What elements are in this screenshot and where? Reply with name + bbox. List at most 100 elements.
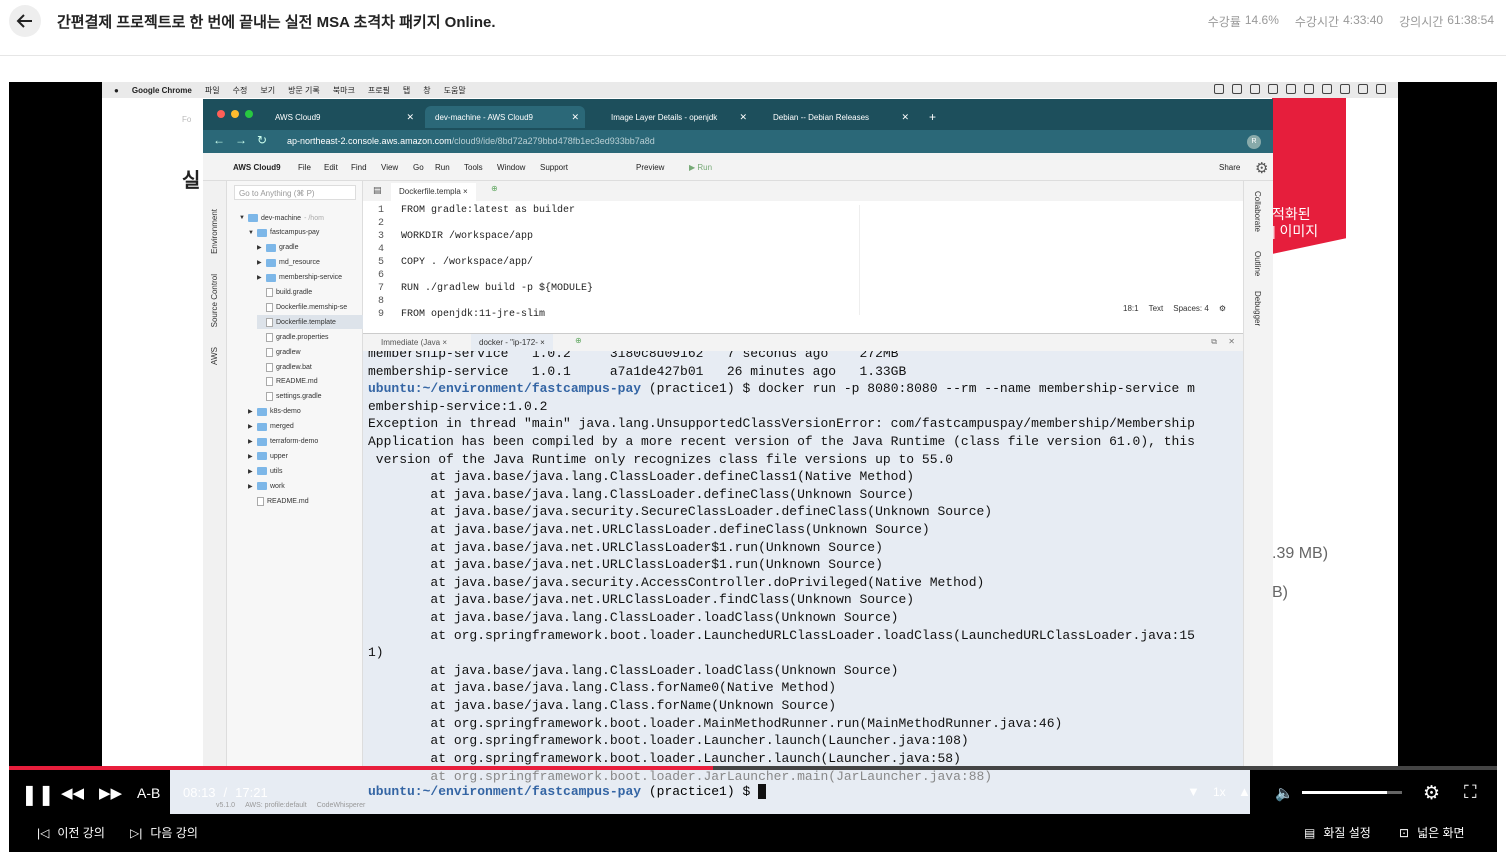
volume-icon[interactable]: 🔈 bbox=[1275, 784, 1294, 802]
chevron-right-icon[interactable]: ▶ bbox=[257, 244, 263, 251]
close-icon[interactable]: ✕ bbox=[571, 112, 579, 123]
menu-view[interactable]: View bbox=[381, 163, 398, 172]
code-editor[interactable]: ▤ Dockerfile.templa × ⊕ 1 FROM gradle:lat… bbox=[363, 181, 1243, 333]
tab-source-control[interactable]: Source Control bbox=[210, 274, 219, 327]
pause-button[interactable]: ❚❚ bbox=[21, 782, 55, 807]
quality-button[interactable]: ▤ 화질 설정 bbox=[1304, 824, 1371, 841]
tree-file[interactable]: README.md bbox=[257, 375, 318, 389]
cursor-position[interactable]: 18:1 bbox=[1123, 304, 1139, 313]
tree-folder[interactable]: ▼ dev-machine - /hom bbox=[239, 211, 324, 225]
add-terminal-icon[interactable]: ⊕ bbox=[575, 336, 582, 345]
url-field[interactable]: ap-northeast-2.console.aws.amazon.com/cl… bbox=[287, 136, 655, 146]
avatar[interactable]: R bbox=[1247, 135, 1261, 149]
mac-menu-item[interactable]: 도움말 bbox=[444, 85, 466, 96]
maximize-icon[interactable]: ⧉ bbox=[1211, 337, 1217, 347]
mac-menu-item[interactable]: 파일 bbox=[205, 85, 220, 96]
speed-label[interactable]: 1x bbox=[1213, 785, 1226, 799]
close-icon[interactable]: ✕ bbox=[901, 112, 909, 123]
wide-screen-button[interactable]: ⊡ 넓은 화면 bbox=[1399, 824, 1465, 841]
speed-down-icon[interactable]: ▼ bbox=[1187, 784, 1200, 799]
video-player[interactable]: Fo 실 적화된 | 이미지 .39 MB) B) 1 9 ● Google Ch… bbox=[9, 82, 1497, 772]
tree-folder[interactable]: ▶ work bbox=[248, 479, 285, 493]
close-icon[interactable]: × bbox=[442, 338, 447, 347]
menu-edit[interactable]: Edit bbox=[324, 163, 338, 172]
forward-icon[interactable]: → bbox=[235, 133, 247, 147]
tree-file[interactable]: Dockerfile.template bbox=[257, 315, 367, 330]
tree-folder[interactable]: ▶ utils bbox=[248, 464, 282, 478]
volume-slider[interactable] bbox=[1302, 791, 1402, 794]
tree-folder[interactable]: ▶ k8s-demo bbox=[248, 405, 301, 419]
back-button[interactable] bbox=[9, 5, 41, 37]
mac-menu-item[interactable]: 방문 기록 bbox=[288, 85, 320, 96]
tab-collaborate[interactable]: Collaborate bbox=[1253, 191, 1262, 232]
fullscreen-icon[interactable]: ⛶ bbox=[1464, 782, 1477, 803]
menu-cloud9[interactable]: AWS Cloud9 bbox=[233, 163, 281, 172]
close-icon[interactable]: ✕ bbox=[406, 112, 414, 123]
mac-menu-item[interactable]: 수정 bbox=[233, 85, 248, 96]
browser-tab-active[interactable]: dev-machine - AWS Cloud9 ✕ bbox=[425, 106, 585, 128]
tree-file[interactable]: Dockerfile.memship-se bbox=[257, 300, 347, 314]
chevron-right-icon[interactable]: ▶ bbox=[248, 408, 254, 415]
editor-tab-active[interactable]: Dockerfile.templa × bbox=[391, 183, 476, 201]
chevron-down-icon[interactable]: ▼ bbox=[239, 215, 245, 221]
terminal-tab-active[interactable]: docker - "ip-172- × bbox=[471, 334, 553, 352]
tree-file[interactable]: gradlew.bat bbox=[257, 360, 312, 374]
settings-gear-icon[interactable]: ⚙ bbox=[1423, 782, 1440, 805]
chevron-right-icon[interactable]: ▶ bbox=[248, 483, 254, 490]
tree-file[interactable]: build.gradle bbox=[257, 286, 312, 300]
tree-folder[interactable]: ▶ upper bbox=[248, 449, 288, 463]
menu-run[interactable]: Run bbox=[435, 163, 450, 172]
menu-support[interactable]: Support bbox=[540, 163, 568, 172]
gear-icon[interactable]: ⚙ bbox=[1219, 304, 1226, 313]
chevron-right-icon[interactable]: ▶ bbox=[248, 438, 254, 445]
ab-repeat-button[interactable]: A-B bbox=[137, 785, 160, 801]
close-icon[interactable]: × bbox=[540, 338, 545, 347]
chevron-right-icon[interactable]: ▶ bbox=[248, 453, 254, 460]
mac-menu-item[interactable]: 북마크 bbox=[333, 85, 355, 96]
run-button[interactable]: ▶ Run bbox=[689, 163, 712, 172]
tab-outline[interactable]: Outline bbox=[1253, 251, 1262, 276]
chevron-right-icon[interactable]: ▶ bbox=[248, 468, 254, 475]
mac-menu-item[interactable]: Google Chrome bbox=[132, 86, 192, 95]
menu-find[interactable]: Find bbox=[351, 163, 367, 172]
window-zoom-icon[interactable] bbox=[245, 110, 253, 118]
preview-button[interactable]: Preview bbox=[636, 163, 664, 172]
file-mode[interactable]: Text bbox=[1149, 304, 1164, 313]
chevron-right-icon[interactable]: ▶ bbox=[248, 423, 254, 430]
tree-folder[interactable]: ▶ terraform-demo bbox=[248, 435, 318, 449]
go-to-anything-input[interactable]: Go to Anything (⌘ P) bbox=[234, 185, 356, 200]
gear-icon[interactable]: ⚙ bbox=[1255, 159, 1268, 177]
mac-menu-item[interactable]: 보기 bbox=[260, 85, 275, 96]
window-minimize-icon[interactable] bbox=[231, 110, 239, 118]
chevron-right-icon[interactable]: ▶ bbox=[257, 274, 263, 281]
chevron-down-icon[interactable]: ▼ bbox=[248, 230, 254, 236]
menu-file[interactable]: File bbox=[298, 163, 311, 172]
tree-folder[interactable]: ▶ membership-service bbox=[257, 271, 342, 285]
next-lecture-button[interactable]: ▷| 다음 강의 bbox=[130, 824, 198, 841]
tree-folder[interactable]: ▼ fastcampus-pay bbox=[248, 226, 319, 240]
close-icon[interactable]: × bbox=[463, 187, 468, 196]
menu-go[interactable]: Go bbox=[413, 163, 424, 172]
window-close-icon[interactable] bbox=[217, 110, 225, 118]
close-icon[interactable]: ✕ bbox=[739, 112, 747, 123]
browser-tab[interactable]: Debian -- Debian Releases ✕ bbox=[763, 106, 915, 128]
add-tab-icon[interactable]: ⊕ bbox=[491, 184, 498, 193]
back-icon[interactable]: ← bbox=[213, 133, 225, 147]
tab-aws[interactable]: AWS bbox=[210, 347, 219, 365]
tree-folder[interactable]: ▶ md_resource bbox=[257, 256, 320, 270]
indent-setting[interactable]: Spaces: 4 bbox=[1173, 304, 1209, 313]
browser-tab[interactable]: AWS Cloud9 ✕ bbox=[265, 106, 420, 128]
tab-debugger[interactable]: Debugger bbox=[1253, 291, 1262, 326]
new-tab-icon[interactable]: + bbox=[919, 106, 943, 128]
menu-window[interactable]: Window bbox=[497, 163, 525, 172]
prev-lecture-button[interactable]: |◁ 이전 강의 bbox=[37, 824, 105, 841]
tree-file[interactable]: settings.gradle bbox=[257, 390, 322, 404]
tree-file[interactable]: gradlew bbox=[257, 345, 301, 359]
tree-file[interactable]: README.md bbox=[248, 494, 309, 508]
terminal-output[interactable]: membership-service 1.0.2 3180c8d09162 7 … bbox=[363, 351, 1243, 772]
terminal-tab[interactable]: Immediate (Java × bbox=[381, 338, 447, 347]
mac-menu-item[interactable]: 프로필 bbox=[368, 85, 390, 96]
rewind-button[interactable]: ◀◀ bbox=[61, 784, 84, 802]
browser-tab[interactable]: Image Layer Details - openjdk ✕ bbox=[601, 106, 753, 128]
tree-file[interactable]: gradle.properties bbox=[257, 330, 329, 344]
